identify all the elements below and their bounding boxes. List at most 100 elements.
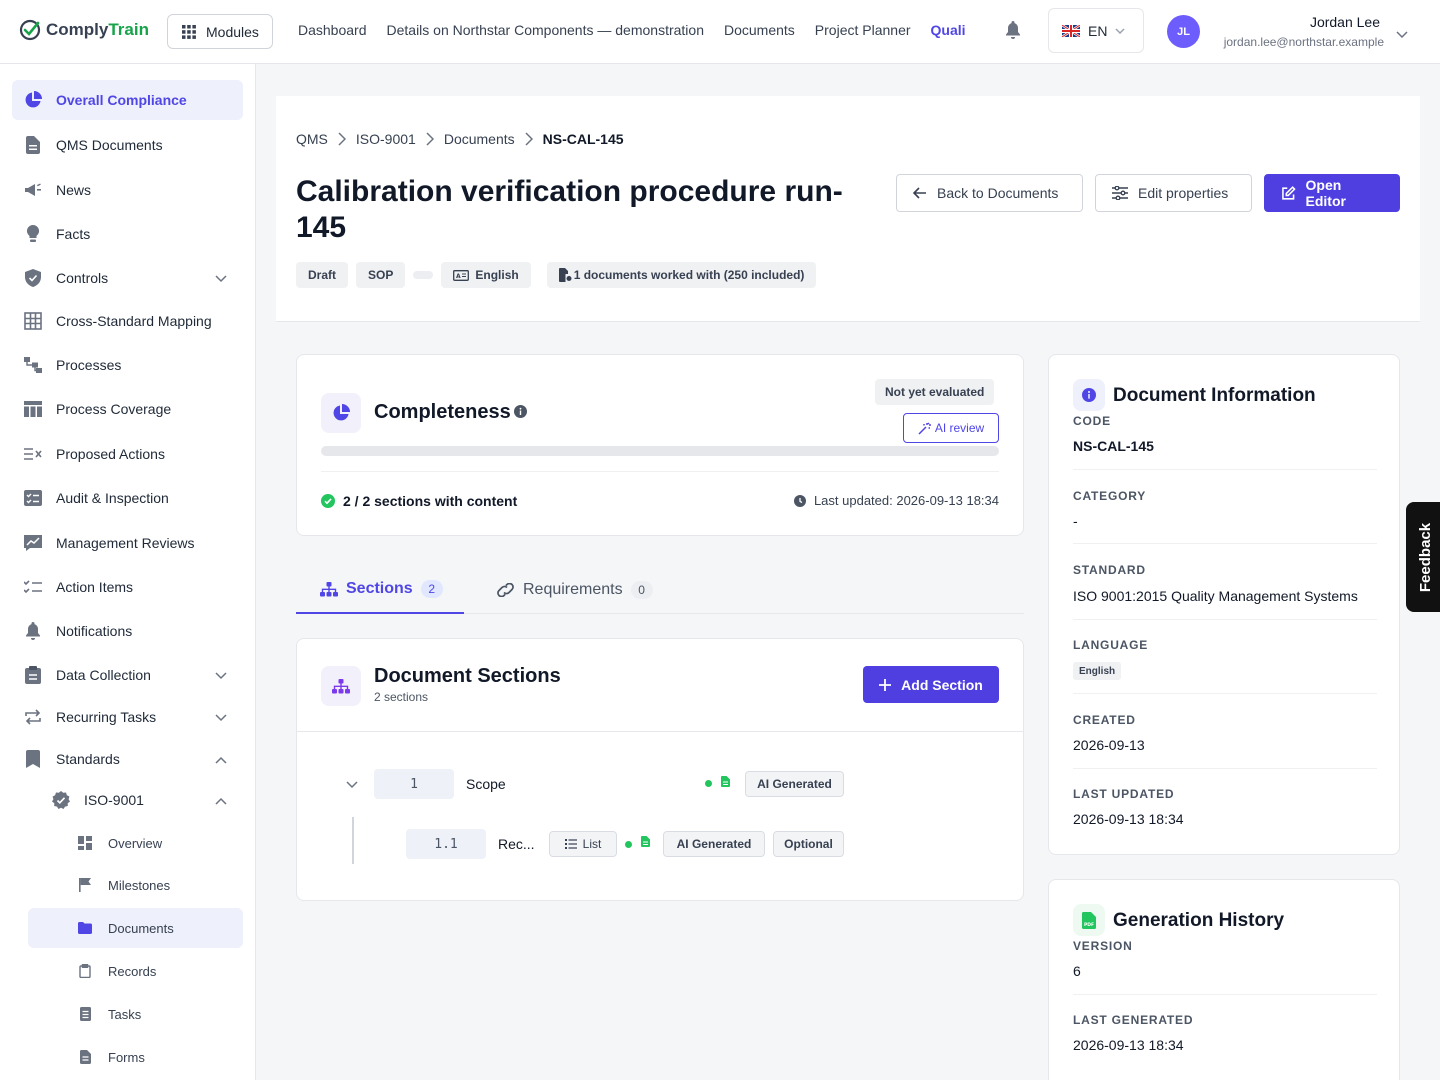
standard-label: STANDARD (1073, 563, 1146, 577)
ai-review-button[interactable]: AI review (903, 413, 999, 443)
language-selector[interactable]: EN (1048, 8, 1144, 53)
section-title[interactable]: Rec... (498, 836, 535, 852)
chevron-up-icon[interactable] (215, 792, 227, 808)
evaluation-status-badge: Not yet evaluated (875, 379, 995, 405)
user-email: jordan.lee@northstar.example (1223, 35, 1384, 49)
sidebar-item-processes[interactable]: Processes (12, 345, 243, 385)
last-generated-label: LAST GENERATED (1073, 1013, 1194, 1027)
chevron-down-icon[interactable] (215, 667, 227, 683)
sidebar-subitem-documents[interactable]: Documents (28, 908, 243, 948)
sidebar-item-audit-inspection[interactable]: Audit & Inspection (12, 478, 243, 518)
modules-button[interactable]: Modules (167, 14, 273, 49)
magic-wand-icon (918, 421, 931, 435)
sidebar-item-standards[interactable]: Standards (12, 739, 243, 779)
version-label: VERSION (1073, 939, 1133, 953)
breadcrumb-iso-9001[interactable]: ISO-9001 (356, 131, 416, 147)
sidebar-subitem-forms[interactable]: Forms (28, 1037, 243, 1077)
info-icon[interactable] (514, 405, 527, 418)
created-label: CREATED (1073, 713, 1136, 727)
chevron-down-icon[interactable] (215, 709, 227, 725)
sidebar-item-proposed-actions[interactable]: Proposed Actions (12, 434, 243, 474)
sidebar-item-controls[interactable]: Controls (12, 258, 243, 298)
bookmark-icon (24, 750, 42, 768)
sidebar-subitem-label: Tasks (108, 1006, 142, 1022)
document-sections-title: Document Sections (374, 665, 561, 687)
chevron-down-icon[interactable] (215, 270, 227, 286)
sidebar-item-overall-compliance[interactable]: Overall Compliance (12, 80, 243, 120)
grid-icon (24, 312, 42, 330)
sidebar-item-label: ISO-9001 (84, 792, 144, 808)
nav-project-planner[interactable]: Project Planner (815, 22, 911, 38)
sidebar-item-data-collection[interactable]: Data Collection (12, 655, 243, 695)
lightbulb-icon (24, 225, 42, 243)
breadcrumb-documents[interactable]: Documents (444, 131, 515, 147)
sidebar-item-iso-9001[interactable]: ISO-9001 (40, 780, 243, 820)
document-badges: Draft SOP A English 1 documents worked w… (296, 262, 817, 288)
language-value-chip: English (1073, 662, 1122, 680)
section-number: 1 (374, 769, 454, 799)
list-x-icon (24, 445, 42, 463)
sidebar-item-cross-standard-mapping[interactable]: Cross-Standard Mapping (12, 301, 243, 341)
nav-details[interactable]: Details on Northstar Components — demons… (387, 22, 704, 38)
nav-dashboard[interactable]: Dashboard (298, 22, 367, 38)
sidebar-item-label: Process Coverage (56, 401, 172, 417)
sidebar-item-qms-documents[interactable]: QMS Documents (12, 125, 243, 165)
sidebar-item-label: Proposed Actions (56, 446, 165, 462)
back-to-documents-button[interactable]: Back to Documents (896, 174, 1083, 212)
logo[interactable]: Comply Train (18, 18, 149, 42)
document-filled-icon (721, 776, 730, 787)
sidebar-item-facts[interactable]: Facts (12, 214, 243, 254)
sidebar-item-notifications[interactable]: Notifications (12, 611, 243, 651)
list-type-label: List (582, 837, 602, 851)
sidebar-item-management-reviews[interactable]: Management Reviews (12, 523, 243, 563)
chevron-right-icon (338, 132, 346, 146)
sidebar-subitem-records[interactable]: Records (28, 951, 243, 991)
sidebar-item-label: News (56, 182, 92, 198)
chevron-down-icon[interactable] (346, 781, 358, 789)
breadcrumb-qms[interactable]: QMS (296, 131, 328, 147)
table-icon (24, 400, 42, 418)
sitemap-icon (320, 581, 338, 596)
sidebar-subitem-label: Forms (108, 1049, 145, 1065)
edit-properties-button[interactable]: Edit properties (1095, 174, 1252, 212)
sidebar-subitem-tasks[interactable]: Tasks (28, 994, 243, 1034)
feedback-button[interactable]: Feedback (1406, 502, 1440, 612)
tree-connector (352, 817, 354, 864)
category-label: CATEGORY (1073, 489, 1147, 503)
sidebar-subitem-overview[interactable]: Overview (28, 823, 243, 863)
list-icon (564, 839, 577, 849)
user-menu-chevron-icon[interactable] (1396, 26, 1408, 44)
open-editor-button[interactable]: Open Editor (1264, 174, 1400, 212)
language-label: EN (1088, 22, 1108, 39)
completeness-title: Completeness (374, 401, 511, 423)
code-label: CODE (1073, 414, 1111, 428)
notifications-bell-icon[interactable] (1005, 21, 1021, 44)
sidebar-subitem-label: Overview (108, 835, 163, 851)
user-name: Jordan Lee (1309, 14, 1380, 30)
add-section-button[interactable]: Add Section (863, 666, 999, 703)
document-sections-card: Document Sections 2 sections Add Section… (296, 638, 1024, 901)
document-information-title: Document Information (1113, 385, 1316, 406)
code-value: NS-CAL-145 (1073, 438, 1154, 454)
flag-icon (76, 876, 94, 894)
sidebar-subitem-milestones[interactable]: Milestones (28, 865, 243, 905)
sidebar-item-process-coverage[interactable]: Process Coverage (12, 389, 243, 429)
sidebar-item-recurring-tasks[interactable]: Recurring Tasks (12, 697, 243, 737)
avatar[interactable]: JL (1167, 15, 1200, 48)
section-title[interactable]: Scope (466, 776, 506, 792)
tab-sections-label: Sections (346, 580, 413, 597)
sidebar-item-news[interactable]: News (12, 170, 243, 210)
sidebar-item-label: QMS Documents (56, 137, 163, 153)
tab-requirements-label: Requirements (523, 581, 623, 598)
tab-sections-count: 2 (420, 580, 443, 598)
ai-generated-chip: AI Generated (745, 771, 844, 797)
nav-documents[interactable]: Documents (724, 22, 795, 38)
tab-sections[interactable]: Sections 2 (296, 566, 464, 614)
tab-requirements[interactable]: Requirements 0 (496, 566, 653, 614)
logo-text-part1: Comply (46, 20, 109, 39)
add-section-label: Add Section (901, 676, 983, 693)
nav-quali[interactable]: Quali (931, 22, 966, 38)
language-badge-label: English (475, 268, 519, 282)
sidebar-item-action-items[interactable]: Action Items (12, 567, 243, 607)
chevron-up-icon[interactable] (215, 751, 227, 767)
